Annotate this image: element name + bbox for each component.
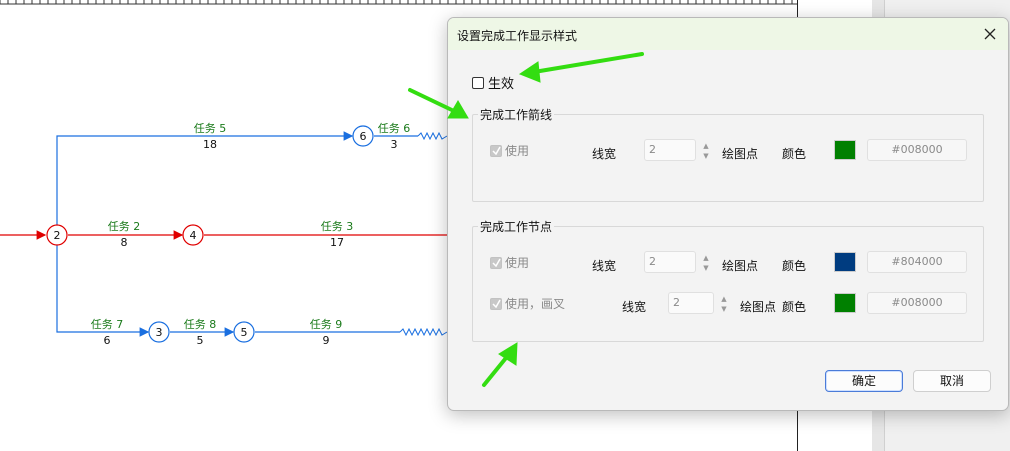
arrow-use-checkbox[interactable] <box>490 144 502 157</box>
task-8-name: 任务 8 <box>184 318 217 331</box>
check-icon <box>491 299 501 308</box>
top-ruler <box>0 0 797 5</box>
node-cross-color-swatch[interactable] <box>834 293 856 313</box>
arrow-use-label: 使用 <box>505 144 530 158</box>
arrow-color-hex: #008000 <box>867 139 967 161</box>
enable-checkbox[interactable] <box>472 76 484 89</box>
node-cross-width-value: 2 <box>673 296 680 309</box>
arrow-color-label: 颜色 <box>782 147 807 161</box>
node-2-label: 2 <box>54 229 61 242</box>
node-3-label: 3 <box>156 326 163 339</box>
close-button[interactable] <box>978 22 1002 46</box>
wavy-line-task-9 <box>399 327 448 337</box>
check-icon <box>491 258 501 267</box>
node-group-title: 完成工作节点 <box>478 218 555 235</box>
arrow-width-input[interactable]: 2 ▲ ▼ <box>644 139 709 161</box>
node-5-label: 5 <box>241 326 248 339</box>
node-cross-color-label: 颜色 <box>782 300 807 314</box>
task-7-name: 任务 7 <box>91 318 124 331</box>
arrow-width-value: 2 <box>649 143 656 156</box>
task-3-duration: 17 <box>330 236 344 249</box>
cancel-button[interactable]: 取消 <box>913 370 991 392</box>
node-draw-point-label: 绘图点 <box>722 259 759 273</box>
node-width-value: 2 <box>649 255 656 268</box>
task-3-name: 任务 3 <box>321 220 354 233</box>
node-cross-checkbox[interactable] <box>490 297 502 310</box>
spin-up-icon[interactable]: ▲ <box>701 253 711 263</box>
completed-work-style-dialog: 设置完成工作显示样式 生效 完成工作箭线 使用 线宽 2 ▲ ▼ 绘图点 颜色 … <box>447 17 1009 411</box>
arrow-width-label: 线宽 <box>592 147 617 161</box>
node-color-swatch[interactable] <box>834 252 856 272</box>
node-3[interactable]: 3 <box>148 321 170 343</box>
close-icon <box>984 28 996 40</box>
node-color-label: 颜色 <box>782 259 807 273</box>
task-5-name: 任务 5 <box>194 122 227 135</box>
node-width-input[interactable]: 2 ▲ ▼ <box>644 251 709 273</box>
check-icon <box>491 146 501 155</box>
arrow-line-group-title: 完成工作箭线 <box>478 106 555 123</box>
task-6-name: 任务 6 <box>378 122 411 135</box>
arrow-draw-point-label: 绘图点 <box>722 147 759 161</box>
task-9-duration: 9 <box>323 334 330 347</box>
node-cross-width-input[interactable]: 2 ▲ ▼ <box>668 292 727 314</box>
wavy-line-task-6 <box>417 131 448 141</box>
task-9-name: 任务 9 <box>310 318 343 331</box>
ok-button[interactable]: 确定 <box>825 370 903 392</box>
task-2-duration: 8 <box>121 236 128 249</box>
task-2-name: 任务 2 <box>108 220 141 233</box>
node-use-row[interactable]: 使用 <box>490 254 529 271</box>
node-use-checkbox[interactable] <box>490 256 502 269</box>
node-width-label: 线宽 <box>592 259 617 273</box>
node-cross-width-label: 线宽 <box>622 300 647 314</box>
spin-up-icon[interactable]: ▲ <box>719 294 729 304</box>
node-cross-draw-point-label: 绘图点 <box>740 300 777 314</box>
arrow-color-swatch[interactable] <box>834 140 856 160</box>
node-4-label: 4 <box>190 229 197 242</box>
arrow-use-row[interactable]: 使用 <box>490 142 529 159</box>
spin-up-icon[interactable]: ▲ <box>701 141 711 151</box>
spin-down-icon[interactable]: ▼ <box>719 304 729 314</box>
node-group <box>472 226 984 342</box>
node-6[interactable]: 6 <box>352 125 374 147</box>
node-6-label: 6 <box>360 130 367 143</box>
node-cross-label: 使用，画叉 <box>505 297 566 311</box>
spin-down-icon[interactable]: ▼ <box>701 263 711 273</box>
node-5[interactable]: 5 <box>233 321 255 343</box>
node-cross-color-hex: #008000 <box>867 292 967 314</box>
enable-checkbox-row[interactable]: 生效 <box>472 73 514 92</box>
dialog-title: 设置完成工作显示样式 <box>457 29 578 43</box>
node-use-label: 使用 <box>505 256 530 270</box>
task-6-duration: 3 <box>391 138 398 151</box>
task-5-duration: 18 <box>203 138 217 151</box>
node-cross-row[interactable]: 使用，画叉 <box>490 295 565 312</box>
enable-label: 生效 <box>488 77 515 92</box>
task-8-duration: 5 <box>197 334 204 347</box>
dialog-titlebar[interactable]: 设置完成工作显示样式 <box>448 18 1008 50</box>
node-4[interactable]: 4 <box>182 224 204 246</box>
node-2[interactable]: 2 <box>46 224 68 246</box>
task-7-duration: 6 <box>104 334 111 347</box>
node-color-hex: #804000 <box>867 251 967 273</box>
spin-down-icon[interactable]: ▼ <box>701 151 711 161</box>
